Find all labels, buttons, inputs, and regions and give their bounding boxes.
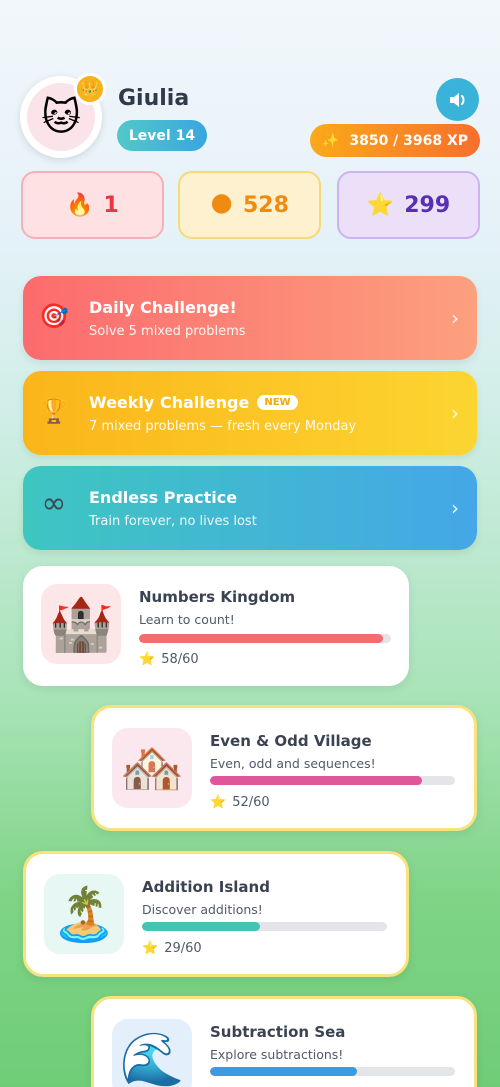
level-progress-fill — [142, 922, 261, 931]
level-progress-fill — [139, 634, 383, 643]
speaker-icon — [449, 92, 464, 107]
level-name: Addition Island — [142, 878, 270, 896]
level-card-addition-island[interactable]: 🏝️ Addition Island Discover additions! ⭐… — [23, 851, 409, 977]
level-card-numbers-kingdom[interactable]: 🏰 Numbers Kingdom Learn to count! ⭐ 58/6… — [23, 566, 409, 686]
level-score-value: 58/60 — [161, 652, 199, 667]
new-badge: NEW — [257, 395, 298, 410]
endless-practice-subtitle: Train forever, no lives lost — [89, 514, 257, 529]
level-score: ⭐ 52/60 — [210, 795, 270, 810]
coins-value: 528 — [243, 192, 289, 218]
trophy-icon: 🏆 — [39, 397, 69, 425]
level-progress-bar — [210, 776, 455, 785]
daily-challenge-title: Daily Challenge! — [89, 298, 237, 317]
castle-icon: 🏰 — [41, 584, 121, 664]
daily-challenge-subtitle: Solve 5 mixed problems — [89, 324, 246, 339]
target-icon: 🎯 — [39, 302, 69, 330]
level-progress-bar — [142, 922, 387, 931]
island-icon: 🏝️ — [44, 874, 124, 954]
coins-stat[interactable]: 🌑 528 — [178, 171, 321, 239]
stars-value: 299 — [404, 192, 451, 218]
chevron-right-icon: › — [451, 496, 459, 520]
fire-icon: 🔥 — [66, 192, 94, 218]
level-name: Numbers Kingdom — [139, 588, 296, 606]
level-score-value: 29/60 — [164, 941, 202, 956]
level-progress-bar — [210, 1067, 455, 1076]
endless-practice-card[interactable]: ∞ Endless Practice Train forever, no liv… — [23, 466, 477, 550]
weekly-challenge-title: Weekly Challenge — [89, 393, 250, 412]
star-icon: ⭐ — [142, 941, 159, 956]
level-name: Even & Odd Village — [210, 732, 372, 750]
chevron-right-icon: › — [451, 306, 459, 330]
chevron-right-icon: › — [451, 401, 459, 425]
level-score-value: 52/60 — [232, 795, 270, 810]
crown-icon: 👑 — [74, 73, 106, 105]
weekly-challenge-subtitle: 7 mixed problems — fresh every Monday — [89, 419, 357, 434]
level-progress-bar — [139, 634, 391, 643]
star-icon: ⭐ — [366, 192, 395, 218]
level-progress-fill — [210, 776, 423, 785]
endless-practice-title: Endless Practice — [89, 488, 238, 507]
sparkle-icon: ✨ — [321, 132, 340, 149]
level-badge: Level 14 — [117, 120, 207, 151]
star-icon: ⭐ — [210, 795, 227, 810]
level-card-subtraction-sea[interactable]: 🌊 Subtraction Sea Explore subtractions! — [91, 996, 477, 1087]
stars-stat[interactable]: ⭐ 299 — [337, 171, 480, 239]
xp-label: 3850 / 3968 XP — [349, 132, 469, 149]
streak-stat[interactable]: 🔥 1 — [21, 171, 164, 239]
level-name: Subtraction Sea — [210, 1023, 346, 1041]
level-score: ⭐ 29/60 — [142, 941, 202, 956]
daily-challenge-card[interactable]: 🎯 Daily Challenge! Solve 5 mixed problem… — [23, 276, 477, 360]
streak-value: 1 — [103, 192, 119, 218]
player-name: Giulia — [118, 86, 190, 111]
weekly-challenge-card[interactable]: 🏆 Weekly Challenge NEW 7 mixed problems … — [23, 371, 477, 455]
level-card-even-odd-village[interactable]: 🏘️ Even & Odd Village Even, odd and sequ… — [91, 705, 477, 831]
level-description: Learn to count! — [139, 612, 235, 627]
level-description: Even, odd and sequences! — [210, 756, 376, 771]
coin-icon: 🌑 — [210, 192, 233, 218]
xp-badge: ✨ 3850 / 3968 XP — [310, 124, 480, 157]
star-icon: ⭐ — [139, 652, 156, 667]
level-description: Discover additions! — [142, 902, 263, 917]
wave-icon: 🌊 — [112, 1019, 192, 1087]
level-description: Explore subtractions! — [210, 1047, 344, 1062]
infinity-icon: ∞ — [41, 486, 67, 521]
level-progress-fill — [210, 1067, 357, 1076]
level-score: ⭐ 58/60 — [139, 652, 199, 667]
houses-icon: 🏘️ — [112, 728, 192, 808]
sound-button[interactable] — [436, 78, 479, 121]
